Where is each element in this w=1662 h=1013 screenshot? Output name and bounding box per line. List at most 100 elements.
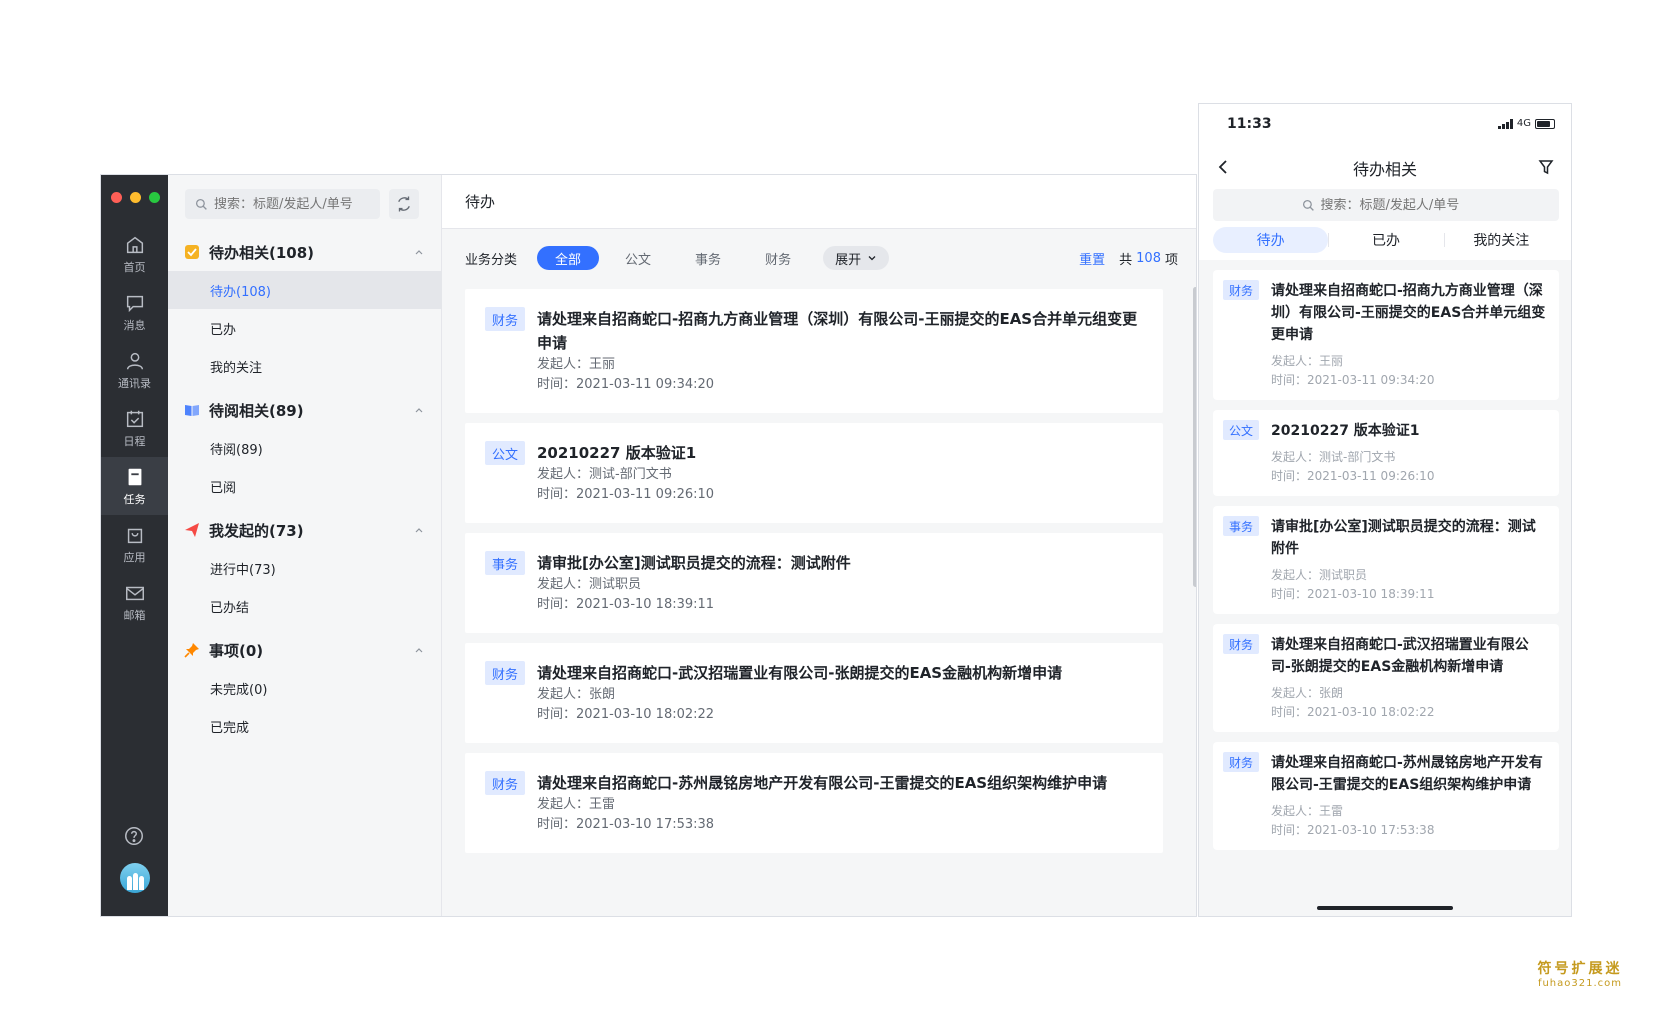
sidebar-item-read[interactable]: 已阅 bbox=[168, 467, 442, 505]
apps-icon bbox=[127, 528, 142, 543]
filter-chip-all[interactable]: 全部 bbox=[537, 246, 600, 270]
phone-tabs: 待办 已办 我的关注 bbox=[1213, 227, 1559, 253]
chevron-down-icon bbox=[868, 256, 876, 261]
task-title: 请处理来自招商蛇口-招商九方商业管理（深圳）有限公司-王丽提交的EAS合并单元组… bbox=[1271, 283, 1546, 343]
scrollbar[interactable] bbox=[1193, 287, 1196, 587]
sidebar-item-unfinished[interactable]: 未完成(0) bbox=[168, 669, 442, 707]
rail-nav: 首页 消息 通讯录 日程 任务 应用 邮箱 bbox=[101, 225, 168, 631]
total-suffix: 项 bbox=[1164, 252, 1178, 268]
reset-button[interactable]: 重置 bbox=[1079, 249, 1105, 268]
rail-item-contacts[interactable]: 通讯录 bbox=[101, 341, 168, 399]
sidebar-item-in-progress[interactable]: 进行中(73) bbox=[168, 549, 442, 587]
task-card[interactable]: 公文 20210227 版本验证1 发起人：测试-部门文书 时间：2021-03… bbox=[465, 423, 1163, 523]
phone-task-card[interactable]: 财务 请处理来自招商蛇口-苏州晟铭房地产开发有限公司-王雷提交的EAS组织架构维… bbox=[1213, 742, 1559, 850]
chevron-up-icon[interactable] bbox=[414, 247, 424, 257]
group-todo[interactable]: 待办相关(108) bbox=[168, 233, 442, 271]
group-title: 事项(0) bbox=[209, 641, 264, 660]
filter-bar: 业务分类 全部 公文 事务 财务 展开 重置 共 108 项 bbox=[442, 229, 1196, 287]
refresh-button[interactable] bbox=[389, 189, 419, 219]
phone-task-card[interactable]: 公文 20210227 版本验证1 发起人：测试-部门文书 时间：2021-03… bbox=[1213, 410, 1559, 496]
search-icon bbox=[1302, 199, 1314, 211]
group-title: 待阅相关(89) bbox=[209, 401, 304, 420]
task-initiator: 发起人：测试职员 bbox=[1271, 568, 1368, 582]
chevron-up-icon[interactable] bbox=[414, 525, 424, 535]
filter-chip-document[interactable]: 公文 bbox=[607, 246, 669, 270]
category-tag: 财务 bbox=[1223, 634, 1260, 654]
task-list: 财务 请处理来自招商蛇口-招商九方商业管理（深圳）有限公司-王丽提交的EAS合并… bbox=[465, 289, 1163, 863]
group-title: 我发起的(73) bbox=[209, 521, 304, 540]
chevron-up-icon[interactable] bbox=[414, 645, 424, 655]
tab-done[interactable]: 已办 bbox=[1328, 227, 1443, 253]
rail-item-home[interactable]: 首页 bbox=[101, 225, 168, 283]
rail-item-tasks[interactable]: 任务 bbox=[101, 457, 168, 515]
category-tag: 事务 bbox=[1223, 516, 1260, 536]
task-time: 时间：2021-03-10 18:39:11 bbox=[1271, 587, 1435, 601]
tab-following[interactable]: 我的关注 bbox=[1443, 227, 1559, 253]
group-to-read[interactable]: 待阅相关(89) bbox=[168, 391, 442, 429]
minimize-window-button[interactable] bbox=[130, 192, 141, 203]
phone-task-card[interactable]: 财务 请处理来自招商蛇口-武汉招瑞置业有限公司-张朗提交的EAS金融机构新增申请… bbox=[1213, 624, 1559, 732]
phone-title: 待办相关 bbox=[1352, 160, 1417, 179]
rail-item-calendar[interactable]: 日程 bbox=[101, 399, 168, 457]
category-tag: 事务 bbox=[485, 551, 526, 575]
phone-task-list: 财务 请处理来自招商蛇口-招商九方商业管理（深圳）有限公司-王丽提交的EAS合并… bbox=[1213, 270, 1559, 860]
rail-label: 日程 bbox=[123, 434, 146, 448]
task-card[interactable]: 事务 请审批[办公室]测试职员提交的流程：测试附件 发起人：测试职员 时间：20… bbox=[465, 533, 1163, 633]
task-title: 请处理来自招商蛇口-苏州晟铭房地产开发有限公司-王雷提交的EAS组织架构维护申请 bbox=[1271, 755, 1543, 793]
phone-header: 11:33 4G 待办相关 待办 已办 我的关注 bbox=[1199, 104, 1571, 260]
status-indicators: 4G bbox=[1497, 118, 1555, 129]
page-title: 待办 bbox=[442, 175, 1196, 229]
help-icon[interactable] bbox=[123, 825, 145, 847]
book-icon bbox=[185, 405, 199, 416]
window-controls bbox=[111, 192, 160, 203]
task-initiator: 发起人：测试职员 bbox=[537, 577, 642, 592]
expand-button[interactable]: 展开 bbox=[823, 246, 890, 270]
filter-chip-affairs[interactable]: 事务 bbox=[677, 246, 739, 270]
rail-item-apps[interactable]: 应用 bbox=[101, 515, 168, 573]
task-card[interactable]: 财务 请处理来自招商蛇口-武汉招瑞置业有限公司-张朗提交的EAS金融机构新增申请… bbox=[465, 643, 1163, 743]
task-sidebar: 待办相关(108) 待办(108) 已办 我的关注 待阅相关(89) 待阅(89… bbox=[168, 175, 442, 916]
rail-item-mail[interactable]: 邮箱 bbox=[101, 573, 168, 631]
sidebar-item-completed[interactable]: 已办结 bbox=[168, 587, 442, 625]
sidebar-item-finished[interactable]: 已完成 bbox=[168, 707, 442, 745]
task-time: 时间：2021-03-10 18:02:22 bbox=[537, 707, 715, 722]
task-initiator: 发起人：王雷 bbox=[1271, 804, 1344, 818]
user-avatar[interactable] bbox=[120, 863, 150, 893]
phone-task-card[interactable]: 事务 请审批[办公室]测试职员提交的流程：测试附件 发起人：测试职员 时间：20… bbox=[1213, 506, 1559, 614]
pin-icon bbox=[184, 643, 199, 658]
task-time: 时间：2021-03-10 18:39:11 bbox=[537, 597, 715, 612]
close-window-button[interactable] bbox=[111, 192, 122, 203]
task-time: 时间：2021-03-11 09:34:20 bbox=[537, 377, 715, 392]
group-initiated[interactable]: 我发起的(73) bbox=[168, 511, 442, 549]
filter-icon[interactable] bbox=[1537, 158, 1555, 176]
phone-search bbox=[1213, 189, 1559, 221]
zoom-window-button[interactable] bbox=[149, 192, 160, 203]
task-title: 请审批[办公室]测试职员提交的流程：测试附件 bbox=[537, 554, 851, 572]
refresh-icon bbox=[398, 196, 410, 212]
task-card[interactable]: 财务 请处理来自招商蛇口-苏州晟铭房地产开发有限公司-王雷提交的EAS组织架构维… bbox=[465, 753, 1163, 853]
sidebar-item-todo[interactable]: 待办(108) bbox=[168, 271, 442, 309]
category-tag: 公文 bbox=[485, 441, 526, 465]
category-tag: 财务 bbox=[1223, 752, 1260, 772]
task-initiator: 发起人：测试-部门文书 bbox=[537, 467, 672, 482]
filter-chip-finance[interactable]: 财务 bbox=[747, 246, 809, 270]
main-content: 待办 业务分类 全部 公文 事务 财务 展开 重置 共 108 项 财务 请处理… bbox=[442, 175, 1196, 916]
tab-todo[interactable]: 待办 bbox=[1213, 227, 1329, 253]
chevron-up-icon[interactable] bbox=[414, 405, 424, 415]
sidebar-item-to-read[interactable]: 待阅(89) bbox=[168, 429, 442, 467]
rail-item-messages[interactable]: 消息 bbox=[101, 283, 168, 341]
rail-label: 应用 bbox=[123, 550, 146, 564]
message-icon bbox=[126, 295, 143, 312]
sidebar-item-done[interactable]: 已办 bbox=[168, 309, 442, 347]
network-label: 4G bbox=[1516, 118, 1531, 129]
task-card[interactable]: 财务 请处理来自招商蛇口-招商九方商业管理（深圳）有限公司-王丽提交的EAS合并… bbox=[465, 289, 1163, 413]
task-time: 时间：2021-03-10 17:53:38 bbox=[537, 817, 715, 832]
phone-search-input[interactable] bbox=[1320, 197, 1471, 213]
phone-task-card[interactable]: 财务 请处理来自招商蛇口-招商九方商业管理（深圳）有限公司-王丽提交的EAS合并… bbox=[1213, 270, 1559, 400]
sidebar-groups: 待办相关(108) 待办(108) 已办 我的关注 待阅相关(89) 待阅(89… bbox=[168, 233, 442, 745]
task-title: 请处理来自招商蛇口-武汉招瑞置业有限公司-张朗提交的EAS金融机构新增申请 bbox=[1271, 637, 1529, 675]
group-matters[interactable]: 事项(0) bbox=[168, 631, 442, 669]
sidebar-search-input[interactable] bbox=[214, 196, 374, 212]
category-tag: 公文 bbox=[1223, 420, 1260, 440]
sidebar-item-following[interactable]: 我的关注 bbox=[168, 347, 442, 385]
